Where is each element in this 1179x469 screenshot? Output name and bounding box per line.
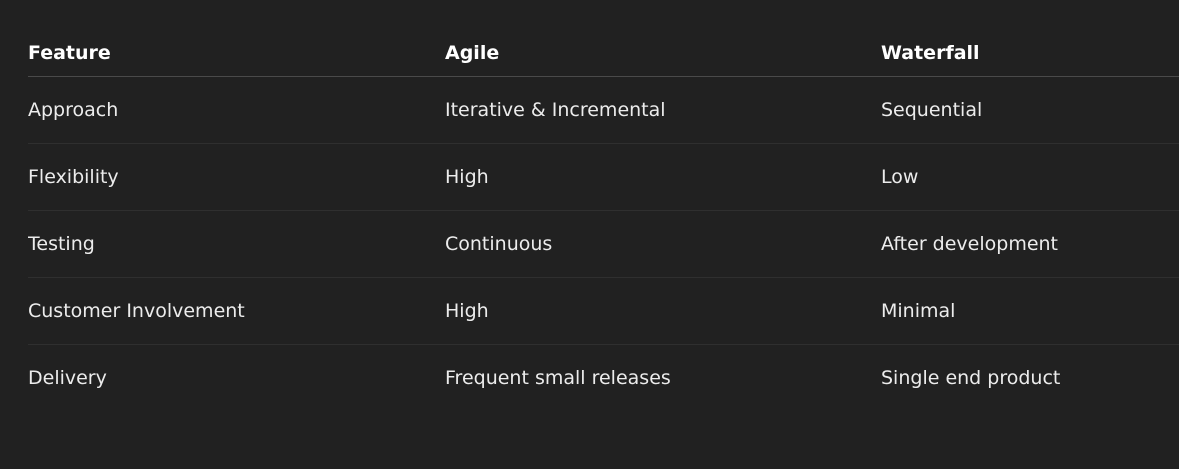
table-row: Customer Involvement High Minimal	[28, 277, 1179, 345]
table-cell-agile: High	[445, 143, 881, 211]
table-row: Delivery Frequent small releases Single …	[28, 345, 1179, 412]
table-header-row: Feature Agile Waterfall	[28, 30, 1179, 77]
table-cell-waterfall: Single end product	[881, 367, 1061, 389]
table-cell-agile: Iterative & Incremental	[445, 76, 881, 144]
comparison-table-container: Feature Agile Waterfall Approach Iterati…	[28, 30, 1179, 411]
table-row: Approach Iterative & Incremental Sequent…	[28, 76, 1179, 144]
table-cell-feature: Testing	[28, 210, 445, 278]
table-cell-waterfall: After development	[881, 210, 1179, 278]
table-cell-waterfall: Sequential	[881, 76, 1179, 144]
table-cell-agile: Continuous	[445, 210, 881, 278]
table-row: Testing Continuous After development	[28, 210, 1179, 278]
table-cell-agile: High	[445, 277, 881, 345]
table-cell-feature: Flexibility	[28, 143, 445, 211]
table-row: Flexibility High Low	[28, 143, 1179, 211]
table-cell-waterfall: Low	[881, 143, 1179, 211]
column-header-waterfall: Waterfall	[881, 30, 1179, 77]
table-cell-feature: Delivery	[28, 367, 107, 389]
table-cell-agile: Frequent small releases	[445, 367, 671, 389]
table-cell-feature: Customer Involvement	[28, 277, 445, 345]
column-header-feature: Feature	[28, 30, 445, 77]
table-cell-waterfall: Minimal	[881, 277, 1179, 345]
comparison-table: Feature Agile Waterfall Approach Iterati…	[28, 30, 1179, 411]
table-cell-feature: Approach	[28, 76, 445, 144]
column-header-agile: Agile	[445, 30, 881, 77]
